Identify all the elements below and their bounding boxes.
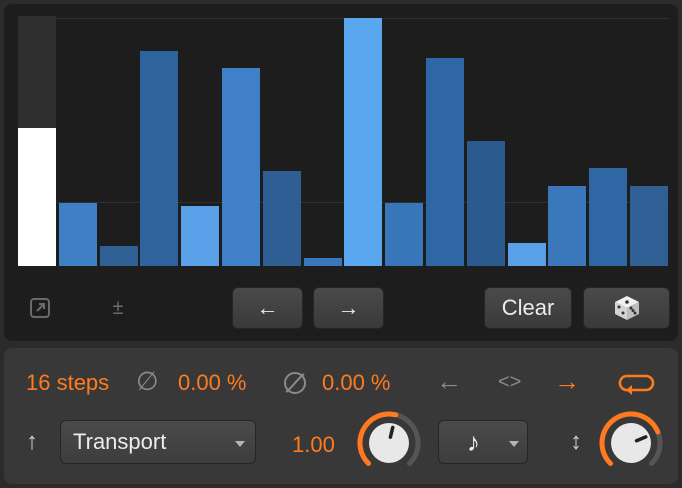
dice-icon — [614, 296, 639, 320]
rate-knob[interactable] — [356, 410, 422, 476]
step-bar — [181, 206, 219, 266]
step-12[interactable] — [467, 16, 505, 266]
step-16[interactable] — [630, 16, 668, 266]
source-select-value: Transport — [73, 429, 167, 454]
step-bar — [426, 58, 464, 266]
step-10[interactable] — [385, 16, 423, 266]
step-grid[interactable] — [18, 16, 669, 266]
direction-left-button[interactable]: ← — [436, 367, 462, 395]
retrigger-up-icon[interactable]: ↑ — [26, 428, 38, 456]
step-bar — [59, 203, 97, 266]
clear-button[interactable]: Clear — [484, 287, 572, 329]
step-5[interactable] — [181, 16, 219, 266]
curve-icon — [280, 368, 310, 398]
step-4[interactable] — [140, 16, 178, 266]
updown-arrow-icon[interactable]: ↕ — [570, 428, 582, 456]
step-bar — [385, 203, 423, 266]
step-bar — [344, 18, 382, 266]
step-bar — [222, 68, 260, 266]
shift-right-label: → — [337, 295, 360, 320]
step-bar — [100, 246, 138, 266]
step-bar — [508, 243, 546, 266]
direction-pingpong-button[interactable]: <> — [498, 368, 521, 396]
step-11[interactable] — [426, 16, 464, 266]
step-bar — [140, 51, 178, 266]
step-7[interactable] — [263, 16, 301, 266]
loop-icon[interactable] — [614, 368, 658, 398]
step-bar — [467, 141, 505, 266]
note-icon: ♪ — [467, 427, 480, 457]
step-bar — [548, 186, 586, 266]
step-15[interactable] — [589, 16, 627, 266]
shift-left-button[interactable]: ← — [232, 287, 303, 329]
step-bar — [263, 171, 301, 266]
plusminus-label: ± — [112, 296, 124, 319]
empty-set-icon: ∅ — [136, 366, 159, 396]
step-3[interactable] — [100, 16, 138, 266]
step-bar — [630, 186, 668, 266]
direction-right-button[interactable]: → — [554, 367, 580, 395]
plusminus-button[interactable]: ± — [104, 294, 132, 322]
step-13[interactable] — [508, 16, 546, 266]
steps-count[interactable]: 16 steps — [26, 369, 109, 397]
step-bar — [304, 258, 342, 266]
source-select[interactable]: Transport — [60, 420, 256, 464]
step-bar — [18, 128, 56, 266]
step-6[interactable] — [222, 16, 260, 266]
chevron-down-icon — [235, 441, 245, 447]
step-9[interactable] — [344, 16, 382, 266]
step-8[interactable] — [304, 16, 342, 266]
note-length-select[interactable]: ♪ — [438, 420, 528, 464]
shift-left-label: ← — [256, 295, 279, 320]
randomize-button[interactable] — [583, 287, 670, 329]
step-2[interactable] — [59, 16, 97, 266]
param2-value[interactable]: 0.00 % — [322, 369, 391, 397]
step-14[interactable] — [548, 16, 586, 266]
chevron-down-icon — [509, 441, 519, 447]
depth-knob[interactable] — [598, 410, 664, 476]
step-1[interactable] — [18, 16, 56, 266]
param1-value[interactable]: 0.00 % — [178, 369, 247, 397]
rate-value[interactable]: 1.00 — [292, 431, 335, 459]
popout-icon[interactable] — [26, 294, 54, 322]
step-bar — [589, 168, 627, 266]
shift-right-button[interactable]: → — [313, 287, 384, 329]
clear-label: Clear — [501, 295, 555, 320]
